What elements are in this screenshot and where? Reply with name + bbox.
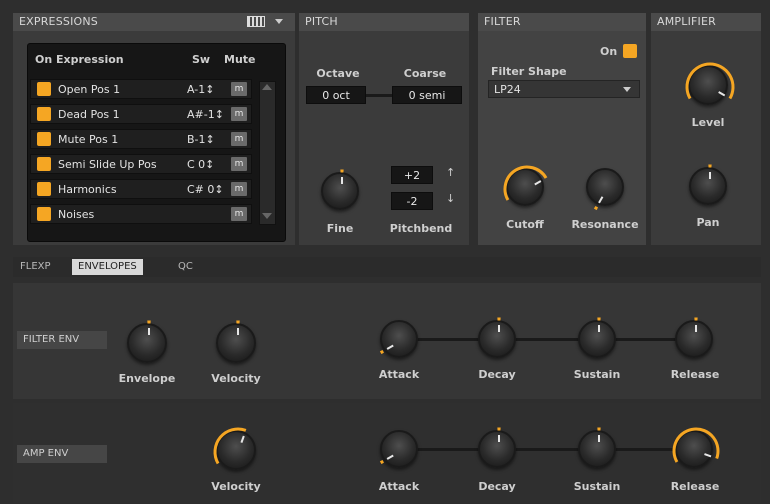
expression-row[interactable]: Open Pos 1 A-1↕ m — [30, 79, 252, 99]
filter-env-envelope-label: Envelope — [118, 372, 176, 385]
amp-env-attack-label: Attack — [378, 480, 420, 493]
pitchbend-label: Pitchbend — [389, 222, 453, 235]
filter-env-envelope-knob[interactable] — [127, 320, 167, 363]
level-knob[interactable] — [685, 62, 735, 105]
cutoff-label: Cutoff — [506, 218, 544, 231]
amplifier-title: AMPLIFIER — [657, 15, 716, 28]
filter-env-velocity-knob[interactable] — [216, 320, 256, 363]
filter-header: FILTER — [478, 13, 646, 31]
pitch-title: PITCH — [305, 15, 338, 28]
expression-mute-button[interactable]: m — [231, 207, 247, 221]
filter-env-release-label: Release — [670, 368, 720, 381]
expression-name: Open Pos 1 — [58, 83, 121, 96]
filter-env-attack-knob[interactable] — [379, 320, 418, 358]
filter-title: FILTER — [484, 15, 521, 28]
expression-switch-key[interactable]: B-1↕ — [187, 133, 229, 146]
expression-on-checkbox[interactable] — [37, 182, 51, 196]
expression-mute-button[interactable]: m — [231, 182, 247, 196]
filter-on-label: On — [600, 45, 618, 58]
expression-mute-button[interactable]: m — [231, 107, 247, 121]
coarse-label: Coarse — [403, 67, 447, 80]
filter-env-sustain-label: Sustain — [573, 368, 621, 381]
expression-mute-button[interactable]: m — [231, 132, 247, 146]
amp-env-label: AMP ENV — [17, 445, 107, 463]
expression-name: Mute Pos 1 — [58, 133, 119, 146]
filter-shape-select[interactable]: LP24 — [488, 80, 640, 98]
pan-label: Pan — [696, 216, 720, 229]
expression-row[interactable]: Harmonics C# 0↕ m — [30, 179, 252, 199]
amp-env-attack-knob[interactable] — [379, 430, 418, 468]
amp-env-release-knob[interactable] — [672, 427, 720, 468]
level-label: Level — [691, 116, 725, 129]
coarse-field[interactable]: 0 semi — [392, 86, 462, 104]
filter-on-toggle[interactable] — [623, 44, 637, 58]
pitchbend-down-field[interactable]: -2 — [391, 192, 433, 210]
amp-env-velocity-knob[interactable] — [213, 427, 256, 470]
octave-coarse-link — [366, 94, 392, 97]
tab-envelopes[interactable]: ENVELOPES — [72, 259, 143, 275]
amp-env-decay-label: Decay — [478, 480, 516, 493]
amp-env-sustain-label: Sustain — [573, 480, 621, 493]
pitchbend-up-field[interactable]: +2 — [391, 166, 433, 184]
scroll-down-icon[interactable] — [262, 213, 272, 219]
cutoff-knob[interactable] — [503, 165, 548, 206]
col-on-expression: On Expression — [35, 53, 124, 66]
pitch-header: PITCH — [299, 13, 469, 31]
tab-flexp[interactable]: FLEXP — [14, 259, 57, 275]
filter-env-decay-label: Decay — [478, 368, 516, 381]
pan-knob[interactable] — [689, 164, 727, 205]
expression-on-checkbox[interactable] — [37, 157, 51, 171]
chevron-down-icon[interactable] — [275, 19, 283, 24]
scroll-up-icon[interactable] — [262, 84, 272, 90]
filter-shape-value: LP24 — [494, 83, 521, 96]
expression-name: Harmonics — [58, 183, 117, 196]
filter-env-attack-label: Attack — [378, 368, 420, 381]
expression-row[interactable]: Semi Slide Up Pos C 0↕ m — [30, 154, 252, 174]
filter-env-connector — [398, 338, 694, 341]
resonance-label: Resonance — [571, 218, 639, 231]
tab-qc[interactable]: QC — [172, 259, 199, 275]
amplifier-header: AMPLIFIER — [651, 13, 761, 31]
chevron-down-icon — [623, 87, 631, 92]
filter-env-release-knob[interactable] — [675, 317, 713, 358]
filter-shape-label: Filter Shape — [491, 65, 567, 78]
resonance-knob[interactable] — [586, 168, 624, 211]
expression-row[interactable]: Mute Pos 1 B-1↕ m — [30, 129, 252, 149]
amp-env-decay-knob[interactable] — [478, 427, 516, 468]
arrow-down-icon: ↓ — [446, 192, 456, 205]
filter-env-velocity-label: Velocity — [211, 372, 261, 385]
fine-label: Fine — [326, 222, 354, 235]
fine-knob[interactable] — [321, 169, 359, 210]
arrow-up-icon: ↑ — [446, 166, 456, 179]
col-sw: Sw — [192, 53, 211, 66]
expression-name: Semi Slide Up Pos — [58, 158, 157, 171]
octave-field[interactable]: 0 oct — [306, 86, 366, 104]
expressions-title: EXPRESSIONS — [19, 15, 98, 28]
expression-on-checkbox[interactable] — [37, 207, 51, 221]
expression-on-checkbox[interactable] — [37, 132, 51, 146]
expression-on-checkbox[interactable] — [37, 107, 51, 121]
keyboard-icon[interactable] — [247, 16, 265, 27]
expression-mute-button[interactable]: m — [231, 157, 247, 171]
expression-mute-button[interactable]: m — [231, 82, 247, 96]
expression-on-checkbox[interactable] — [37, 82, 51, 96]
scrollbar-track[interactable] — [259, 81, 276, 225]
expression-switch-key[interactable]: C# 0↕ — [187, 183, 229, 196]
expression-row[interactable]: Noises m — [30, 204, 252, 224]
filter-env-decay-knob[interactable] — [478, 317, 516, 358]
expression-switch-key[interactable]: A#-1↕ — [187, 108, 229, 121]
octave-label: Octave — [316, 67, 360, 80]
amp-env-release-label: Release — [670, 480, 720, 493]
expression-switch-key[interactable]: A-1↕ — [187, 83, 229, 96]
expression-switch-key[interactable]: C 0↕ — [187, 158, 229, 171]
amp-env-connector — [398, 448, 694, 451]
filter-env-label: FILTER ENV — [17, 331, 107, 349]
filter-env-sustain-knob[interactable] — [578, 317, 616, 358]
expression-row[interactable]: Dead Pos 1 A#-1↕ m — [30, 104, 252, 124]
amp-env-velocity-label: Velocity — [211, 480, 261, 493]
col-mute: Mute — [224, 53, 256, 66]
expression-name: Dead Pos 1 — [58, 108, 120, 121]
amp-env-sustain-knob[interactable] — [578, 427, 616, 468]
expression-name: Noises — [58, 208, 95, 221]
